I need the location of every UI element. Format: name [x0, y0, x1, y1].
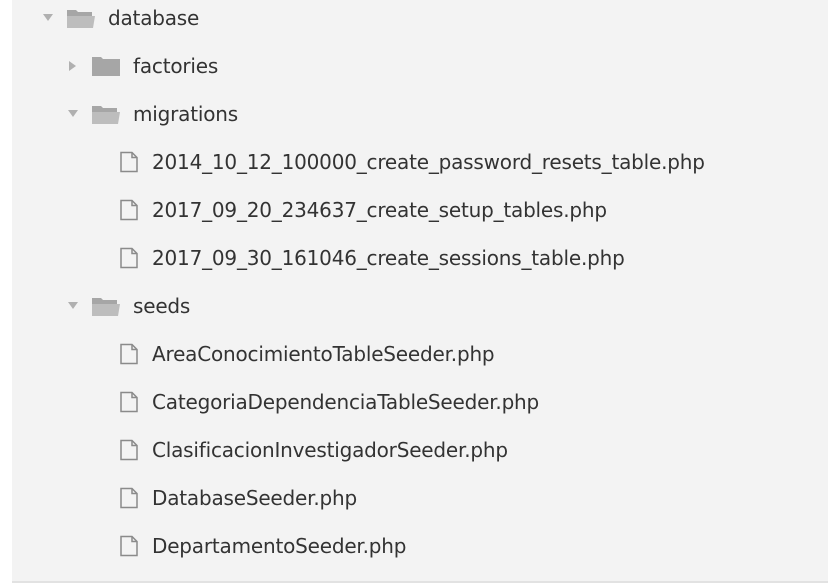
folder-database[interactable]: database	[12, 0, 828, 42]
file-icon	[118, 391, 140, 413]
file-item[interactable]: 2017_09_30_161046_create_sessions_table.…	[12, 234, 828, 282]
folder-open-icon	[91, 295, 121, 317]
folder-open-icon	[91, 103, 121, 125]
file-icon	[118, 151, 140, 173]
file-item[interactable]: DatabaseSeeder.php	[12, 474, 828, 522]
file-label: 2014_10_12_100000_create_password_resets…	[152, 150, 705, 174]
folder-label: migrations	[133, 102, 238, 126]
folder-label: database	[108, 6, 200, 30]
file-icon	[118, 487, 140, 509]
triangle-down-icon[interactable]	[67, 300, 79, 312]
file-label: DepartamentoSeeder.php	[152, 534, 407, 558]
folder-factories[interactable]: factories	[12, 42, 828, 90]
file-label: DatabaseSeeder.php	[152, 486, 357, 510]
file-item[interactable]: 2014_10_12_100000_create_password_resets…	[12, 138, 828, 186]
triangle-right-icon[interactable]	[67, 60, 79, 72]
file-label: CategoriaDependenciaTableSeeder.php	[152, 390, 540, 414]
triangle-down-icon[interactable]	[42, 12, 54, 24]
file-icon	[118, 247, 140, 269]
file-item[interactable]: ClasificacionInvestigadorSeeder.php	[12, 426, 828, 474]
folder-open-icon	[66, 7, 96, 29]
file-label: ClasificacionInvestigadorSeeder.php	[152, 438, 508, 462]
file-icon	[118, 535, 140, 557]
file-icon	[118, 199, 140, 221]
file-label: 2017_09_20_234637_create_setup_tables.ph…	[152, 198, 607, 222]
file-label: 2017_09_30_161046_create_sessions_table.…	[152, 246, 625, 270]
folder-seeds[interactable]: seeds	[12, 282, 828, 330]
file-tree-panel: database factories migrations 2014_10_12…	[12, 0, 828, 583]
file-item[interactable]: AreaConocimientoTableSeeder.php	[12, 330, 828, 378]
file-item[interactable]: DepartamentoSeeder.php	[12, 522, 828, 570]
folder-migrations[interactable]: migrations	[12, 90, 828, 138]
file-tree: database factories migrations 2014_10_12…	[12, 0, 828, 576]
folder-icon	[91, 55, 121, 77]
folder-label: factories	[133, 54, 219, 78]
triangle-down-icon[interactable]	[67, 108, 79, 120]
file-icon	[118, 343, 140, 365]
file-label: AreaConocimientoTableSeeder.php	[152, 342, 495, 366]
file-icon	[118, 439, 140, 461]
folder-label: seeds	[133, 294, 191, 318]
file-item[interactable]: CategoriaDependenciaTableSeeder.php	[12, 378, 828, 426]
file-item[interactable]: 2017_09_20_234637_create_setup_tables.ph…	[12, 186, 828, 234]
